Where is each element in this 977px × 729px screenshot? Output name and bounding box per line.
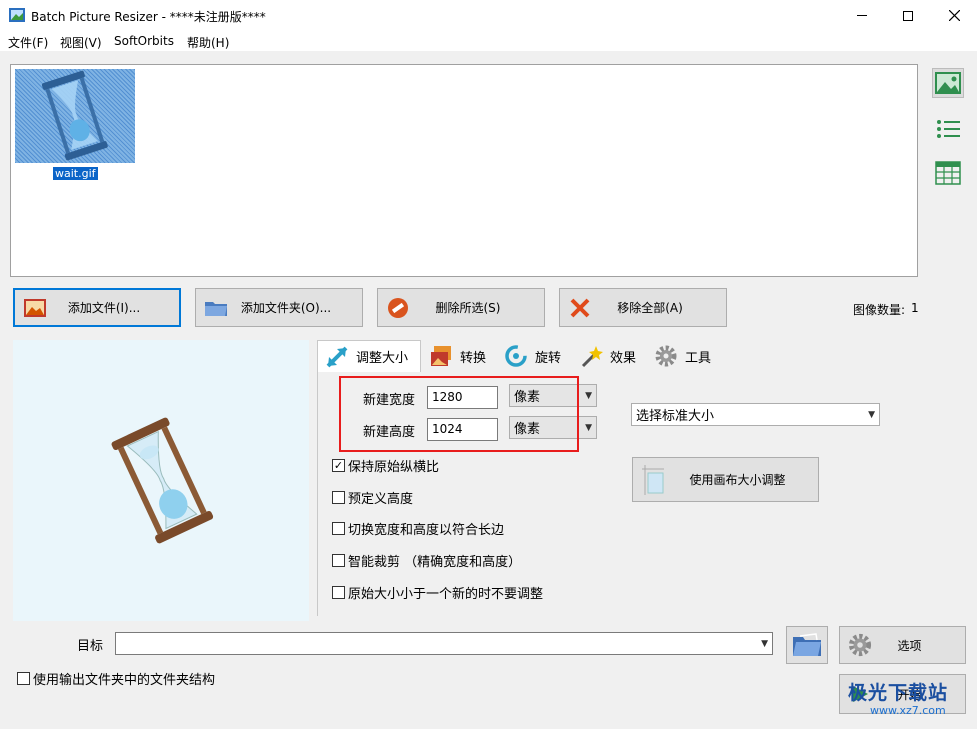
app-icon <box>9 8 25 22</box>
checkbox-icon <box>332 586 345 599</box>
tab-effects[interactable]: 效果 <box>572 340 646 372</box>
close-icon <box>948 10 960 21</box>
chevron-down-icon: ▼ <box>585 422 592 433</box>
magic-wand-icon <box>578 343 604 369</box>
destination-input[interactable]: ▼ <box>115 632 773 655</box>
add-folder-button[interactable]: 添加文件夹(O)... <box>195 288 363 327</box>
options-label: 选项 <box>897 638 922 653</box>
keep-aspect-label: 保持原始纵横比 <box>348 460 440 475</box>
watermark-text: 极光下载站 <box>848 682 949 704</box>
file-thumbnail[interactable] <box>15 69 135 163</box>
browse-folder-button[interactable] <box>786 626 828 664</box>
canvas-resize-label: 使用画布大小调整 <box>689 473 786 487</box>
add-folder-label: 添加文件夹(O)... <box>240 301 332 315</box>
tab-tools[interactable]: 工具 <box>647 340 721 372</box>
destination-label: 目标 <box>77 639 104 654</box>
keep-folder-structure-label: 使用输出文件夹中的文件夹结构 <box>33 673 216 688</box>
file-list-panel[interactable]: wait.gif <box>10 64 918 277</box>
table-view-button[interactable] <box>932 158 964 188</box>
checkbox-checked-icon: ✓ <box>332 459 345 472</box>
x-icon <box>568 297 592 319</box>
hourglass-preview-icon <box>111 417 214 544</box>
window-title: Batch Picture Resizer - ****未注册版**** <box>31 10 266 24</box>
minimize-button[interactable] <box>839 0 885 31</box>
remove-all-button[interactable]: 移除全部(A) <box>559 288 727 327</box>
standard-size-select[interactable]: 选择标准大小 ▼ <box>631 403 880 426</box>
remove-all-label: 移除全部(A) <box>617 301 683 315</box>
add-files-button[interactable]: 添加文件(I)... <box>13 288 181 327</box>
tab-convert-label: 转换 <box>460 350 487 366</box>
gear-icon <box>653 343 679 369</box>
folder-icon <box>204 297 228 319</box>
tab-resize-label: 调整大小 <box>356 351 409 366</box>
tab-convert[interactable]: 转换 <box>422 340 496 372</box>
convert-icon <box>428 343 454 369</box>
image-count-label: 图像数量: <box>853 303 906 317</box>
maximize-icon <box>903 10 913 21</box>
remove-selected-button[interactable]: 删除所选(S) <box>377 288 545 327</box>
thumbnail-view-button[interactable] <box>932 68 964 98</box>
tab-rotate-label: 旋转 <box>535 350 562 366</box>
menu-file[interactable]: 文件(F) <box>8 34 48 51</box>
add-files-label: 添加文件(I)... <box>67 301 141 315</box>
watermark-url: www.xz7.com <box>870 704 946 717</box>
gear-icon <box>848 633 872 657</box>
options-button[interactable]: 选项 <box>839 626 966 664</box>
list-view-button[interactable] <box>932 114 964 144</box>
swap-dimensions-label: 切换宽度和高度以符合长边 <box>348 523 505 538</box>
smart-crop-label: 智能裁剪 （精确宽度和高度） <box>348 555 522 570</box>
tab-resize[interactable]: 调整大小 <box>317 340 421 372</box>
maximize-button[interactable] <box>885 0 931 31</box>
keep-aspect-checkbox[interactable]: ✓ 保持原始纵横比 <box>332 456 439 475</box>
list-icon <box>937 120 960 138</box>
keep-folder-structure-checkbox[interactable]: 使用输出文件夹中的文件夹结构 <box>17 669 215 688</box>
canvas-icon <box>641 464 665 495</box>
no-upscale-label: 原始大小小于一个新的时不要调整 <box>348 587 544 602</box>
canvas-resize-button[interactable]: 使用画布大小调整 <box>632 457 819 502</box>
image-icon <box>935 72 961 94</box>
menu-bar: 文件(F) 视图(V) SoftOrbits 帮助(H) <box>0 31 977 51</box>
checkbox-icon <box>332 554 345 567</box>
delete-icon <box>386 297 410 319</box>
chevron-down-icon: ▼ <box>868 409 875 420</box>
swap-dimensions-checkbox[interactable]: 切换宽度和高度以符合长边 <box>332 519 504 538</box>
smart-crop-checkbox[interactable]: 智能裁剪 （精确宽度和高度） <box>332 551 521 570</box>
checkbox-icon <box>17 672 30 685</box>
checkbox-icon <box>332 491 345 504</box>
chevron-down-icon: ▼ <box>585 390 592 401</box>
standard-size-value: 选择标准大小 <box>636 409 715 424</box>
folder-open-icon <box>793 633 821 656</box>
add-image-icon <box>23 297 47 319</box>
menu-softorbits[interactable]: SoftOrbits <box>114 34 174 48</box>
resize-arrow-icon <box>324 344 350 370</box>
close-button[interactable] <box>931 0 977 31</box>
chevron-down-icon: ▼ <box>761 638 768 649</box>
image-count-value: 1 <box>911 301 919 315</box>
grid-icon <box>935 161 961 185</box>
tab-rotate[interactable]: 旋转 <box>497 340 571 372</box>
title-bar: Batch Picture Resizer - ****未注册版**** <box>0 0 977 31</box>
predefined-height-checkbox[interactable]: 预定义高度 <box>332 488 413 507</box>
no-upscale-checkbox[interactable]: 原始大小小于一个新的时不要调整 <box>332 583 543 602</box>
predefined-height-label: 预定义高度 <box>348 492 414 507</box>
remove-selected-label: 删除所选(S) <box>435 301 501 315</box>
hourglass-icon <box>41 70 108 161</box>
image-preview <box>13 340 309 621</box>
minimize-icon <box>857 15 867 16</box>
file-name-label[interactable]: wait.gif <box>53 167 98 180</box>
tab-effects-label: 效果 <box>610 350 637 366</box>
tab-tools-label: 工具 <box>685 350 712 366</box>
highlight-box <box>339 376 579 452</box>
rotate-icon <box>503 343 529 369</box>
menu-help[interactable]: 帮助(H) <box>187 34 229 51</box>
checkbox-icon <box>332 522 345 535</box>
menu-view[interactable]: 视图(V) <box>60 34 102 51</box>
